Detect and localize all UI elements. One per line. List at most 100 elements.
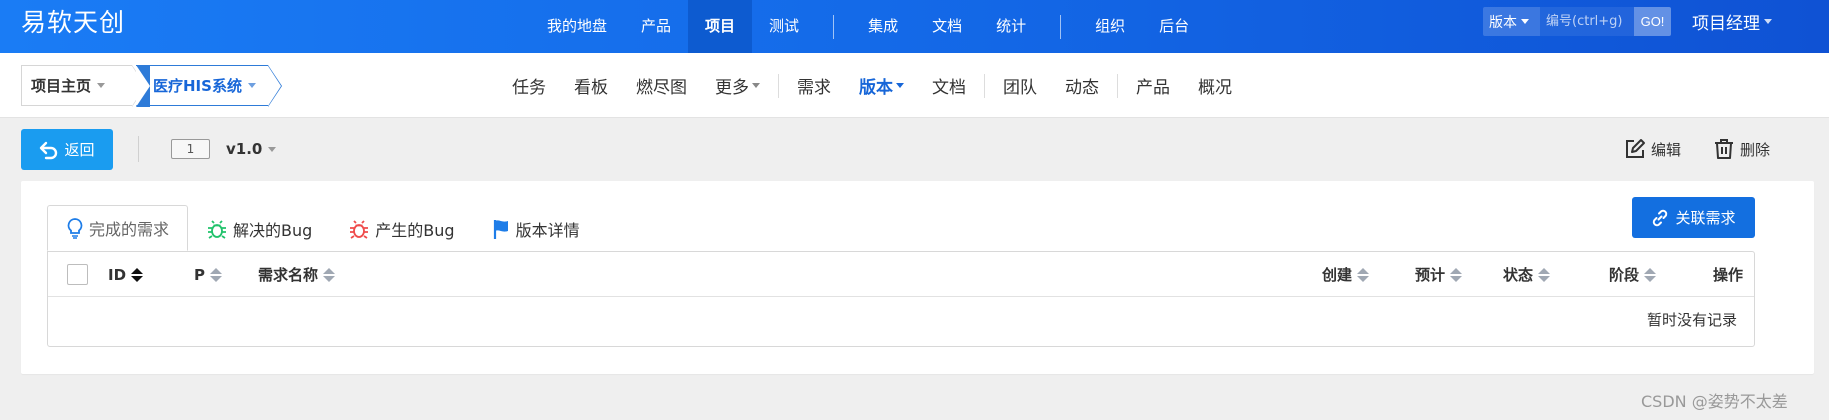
- subnav-item-team[interactable]: 团队: [989, 73, 1051, 98]
- stories-table: ID P 需求名称 创建 预计 状态 阶段 操作 暂时没有记录: [47, 251, 1755, 347]
- delete-button[interactable]: 删除: [1712, 137, 1770, 161]
- nav-item-product[interactable]: 产品: [624, 0, 688, 53]
- column-header-story-name[interactable]: 需求名称: [258, 252, 336, 297]
- undo-icon: [40, 141, 58, 159]
- breadcrumb-project-home[interactable]: 项目主页: [21, 65, 146, 107]
- subnav-item-task[interactable]: 任务: [498, 73, 560, 98]
- subnav-item-product[interactable]: 产品: [1122, 73, 1184, 98]
- empty-table-message: 暂时没有记录: [1646, 311, 1737, 329]
- subnav-item-doc[interactable]: 文档: [918, 73, 980, 98]
- breadcrumb-project-label: 医疗HIS系统: [153, 77, 242, 95]
- top-navbar: 易软天创 我的地盘 产品 项目 测试 集成 文档 统计 组织 后台 版本 GO!…: [0, 0, 1829, 53]
- search-go-button[interactable]: GO!: [1634, 7, 1671, 36]
- tab-label: 产生的Bug: [375, 220, 455, 240]
- tab-label: 版本详情: [515, 220, 580, 240]
- nav-item-test[interactable]: 测试: [752, 0, 816, 53]
- brand-logo[interactable]: 易软天创: [21, 8, 125, 38]
- column-label: ID: [108, 265, 127, 284]
- chevron-down-icon: [896, 83, 904, 88]
- tab-label: 解决的Bug: [233, 220, 313, 240]
- version-select[interactable]: v1.0: [226, 140, 277, 158]
- tab-finished-stories[interactable]: 完成的需求: [47, 205, 189, 251]
- column-header-id[interactable]: ID: [108, 252, 144, 297]
- nav-divider: [833, 14, 835, 39]
- column-label: 状态: [1503, 266, 1534, 284]
- column-label: 阶段: [1609, 266, 1640, 284]
- sort-icon: [1644, 267, 1657, 282]
- sort-icon: [210, 267, 222, 282]
- trash-icon: [1715, 139, 1733, 159]
- column-label: 操作: [1713, 266, 1744, 284]
- link-icon: [1653, 209, 1668, 226]
- column-label: 创建: [1322, 266, 1353, 284]
- chevron-down-icon: [752, 83, 760, 88]
- nav-item-org[interactable]: 组织: [1078, 0, 1142, 53]
- column-header-stage[interactable]: 阶段: [1609, 252, 1657, 297]
- back-button[interactable]: 返回: [21, 129, 113, 170]
- chevron-down-icon: [247, 83, 256, 88]
- tab-label: 完成的需求: [89, 220, 170, 239]
- sort-icon: [1450, 267, 1463, 282]
- breadcrumb-project-select[interactable]: 医疗HIS系统: [136, 65, 282, 107]
- table-header: ID P 需求名称 创建 预计 状态 阶段 操作: [48, 252, 1754, 297]
- delete-label: 删除: [1740, 140, 1771, 159]
- search-type-label: 版本: [1489, 14, 1517, 31]
- nav-item-doc[interactable]: 文档: [915, 0, 979, 53]
- version-id-badge: 1: [171, 139, 210, 159]
- bug-icon: [350, 219, 369, 239]
- subnav-item-overview[interactable]: 概况: [1184, 73, 1246, 98]
- subnav-item-dynamic[interactable]: 动态: [1051, 73, 1113, 98]
- sort-icon: [1357, 267, 1370, 282]
- nav-item-integration[interactable]: 集成: [851, 0, 915, 53]
- watermark-text: CSDN @姿势不太差: [1641, 392, 1788, 411]
- subnav-item-burndown[interactable]: 燃尽图: [622, 73, 701, 98]
- user-menu[interactable]: 项目经理: [1692, 8, 1772, 35]
- subnav-divider: [1117, 73, 1118, 98]
- chevron-down-icon: [1764, 19, 1772, 24]
- column-label: P: [194, 265, 205, 284]
- search-input[interactable]: [1540, 7, 1634, 36]
- main-nav: 我的地盘 产品 项目 测试 集成 文档 统计 组织 后台: [530, 0, 1206, 53]
- column-header-created[interactable]: 创建: [1322, 252, 1370, 297]
- chevron-down-icon: [97, 83, 106, 88]
- nav-item-my-space[interactable]: 我的地盘: [530, 0, 624, 53]
- subnav-divider: [984, 73, 985, 98]
- toolbar-divider: [138, 136, 139, 162]
- column-header-priority[interactable]: P: [194, 252, 222, 297]
- global-search: 版本 GO!: [1483, 7, 1671, 36]
- select-all-checkbox[interactable]: [67, 264, 88, 285]
- sort-icon: [131, 267, 144, 282]
- tab-created-bugs[interactable]: 产生的Bug: [330, 206, 472, 251]
- column-header-status[interactable]: 状态: [1503, 252, 1551, 297]
- version-name-label: v1.0: [226, 140, 263, 158]
- tab-build-details[interactable]: 版本详情: [473, 206, 598, 251]
- lightbulb-icon: [67, 218, 83, 239]
- subnav-item-story[interactable]: 需求: [783, 73, 845, 98]
- back-button-label: 返回: [64, 141, 95, 159]
- column-label: 需求名称: [258, 266, 319, 284]
- link-story-button[interactable]: 关联需求: [1632, 197, 1755, 238]
- nav-divider: [1060, 14, 1062, 39]
- sort-icon: [323, 267, 336, 282]
- chevron-down-icon: [1521, 19, 1529, 24]
- edit-icon: [1626, 139, 1645, 158]
- subnav-item-more[interactable]: 更多: [701, 73, 774, 98]
- column-header-estimate[interactable]: 预计: [1415, 252, 1463, 297]
- link-story-label: 关联需求: [1675, 209, 1736, 227]
- subnav-item-build[interactable]: 版本: [845, 73, 918, 98]
- subnav-item-kanban[interactable]: 看板: [560, 73, 622, 98]
- subnav-build-label: 版本: [859, 78, 893, 98]
- user-role-label: 项目经理: [1692, 14, 1760, 34]
- column-header-actions: 操作: [1713, 252, 1743, 297]
- nav-item-stats[interactable]: 统计: [979, 0, 1043, 53]
- search-type-select[interactable]: 版本: [1483, 7, 1540, 36]
- project-subnav-bar: 项目主页 医疗HIS系统 任务 看板 燃尽图 更多 需求 版本 文档 团队 动态…: [0, 53, 1829, 118]
- project-subnav: 任务 看板 燃尽图 更多 需求 版本 文档 团队 动态 产品 概况: [498, 53, 1246, 118]
- nav-item-project[interactable]: 项目: [688, 0, 753, 53]
- nav-item-admin[interactable]: 后台: [1142, 0, 1206, 53]
- tab-resolved-bugs[interactable]: 解决的Bug: [188, 206, 330, 251]
- sort-icon: [1538, 267, 1551, 282]
- edit-label: 编辑: [1651, 140, 1682, 159]
- edit-button[interactable]: 编辑: [1623, 137, 1681, 161]
- chevron-down-icon: [268, 146, 277, 152]
